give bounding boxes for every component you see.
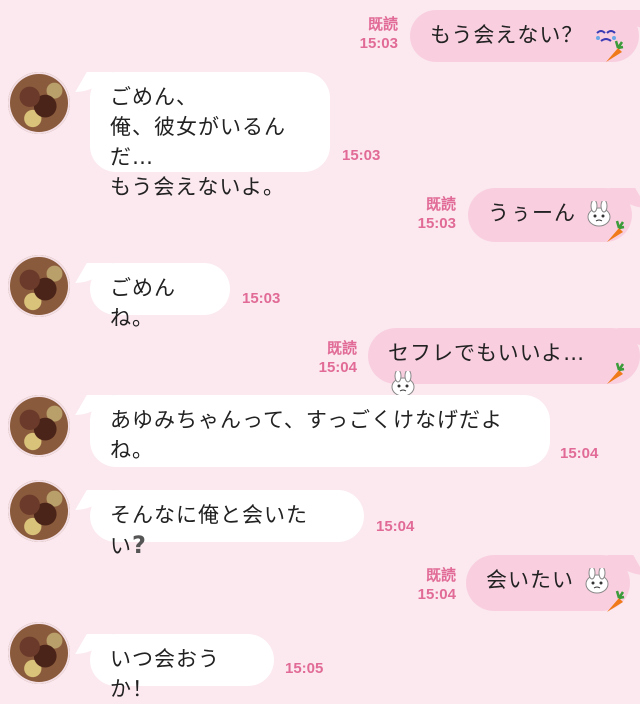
message-bubble-sent[interactable]: セフレでもいいよ…	[368, 328, 640, 397]
avatar[interactable]	[8, 255, 70, 317]
message-line: もう会えないよ。	[110, 175, 285, 199]
message-time: 15:04	[560, 445, 599, 462]
message-time: 15:04	[417, 586, 456, 603]
message-line: ごめん、	[110, 85, 198, 109]
message-line: あゆみちゃんって、すっごくけなげだよ	[110, 408, 504, 432]
carrot-icon	[607, 220, 625, 242]
bunny-sticker-icon	[391, 371, 415, 397]
message-text: 会いたい	[486, 568, 574, 592]
message-line: 俺、彼女がいるんだ…	[110, 115, 286, 169]
carrot-icon	[607, 590, 625, 612]
message-meta: 既読 15:03	[338, 15, 398, 53]
carrot-icon	[607, 362, 625, 384]
message-time: 15:05	[285, 660, 324, 677]
message-time: 15:03	[242, 290, 281, 307]
message-meta: 既読 15:03	[396, 195, 456, 233]
message-text: うぅーん	[488, 201, 576, 225]
avatar[interactable]	[8, 622, 70, 684]
message-bubble-received[interactable]: いつ会おうか！	[90, 634, 274, 701]
message-bubble-received[interactable]: そんなに俺と会いたい?	[90, 490, 364, 559]
message-time: 15:04	[376, 518, 415, 535]
message-time: 15:04	[318, 359, 357, 376]
message-bubble-received[interactable]: ごめん、 俺、彼女がいるんだ… もう会えないよ。	[90, 72, 330, 199]
message-meta: 既読 15:04	[396, 566, 456, 604]
question-mark: ?	[132, 531, 147, 559]
message-bubble-received[interactable]: ごめんね。	[90, 263, 230, 330]
read-receipt: 既読	[425, 196, 456, 213]
message-meta: 既読 15:04	[297, 339, 357, 377]
avatar[interactable]	[8, 480, 70, 542]
message-bubble-received[interactable]: あゆみちゃんって、すっごくけなげだよ ね。	[90, 395, 550, 467]
message-line: ごめんね。	[110, 276, 176, 330]
read-receipt: 既読	[425, 567, 456, 584]
read-receipt: 既読	[326, 340, 357, 357]
message-line: いつ会おうか！	[110, 647, 220, 701]
chat-thread[interactable]: 既読 15:03 もう会えない？ ごめん、 俺、彼女がいるんだ… もう会えないよ…	[0, 0, 640, 701]
avatar[interactable]	[8, 395, 70, 457]
carrot-icon	[606, 40, 624, 62]
message-text: セフレでもいいよ…	[388, 341, 586, 365]
message-time: 15:03	[342, 147, 381, 164]
message-time: 15:03	[417, 215, 456, 232]
message-time: 15:03	[359, 35, 398, 52]
read-receipt: 既読	[367, 16, 398, 33]
message-line: ね。	[110, 438, 154, 462]
message-text: もう会えない？	[430, 23, 584, 47]
avatar[interactable]	[8, 72, 70, 134]
